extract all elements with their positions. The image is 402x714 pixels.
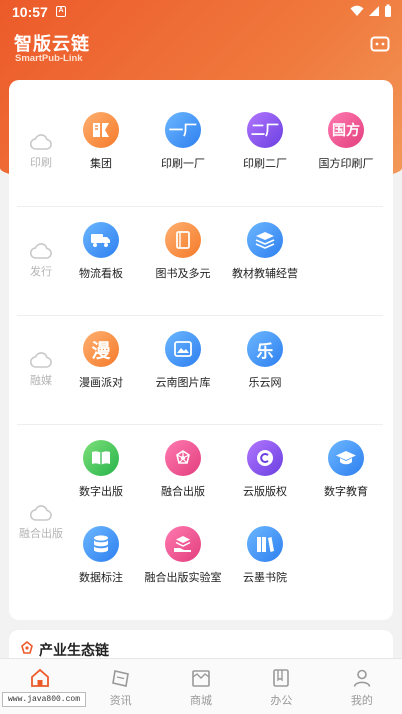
url-watermark: www.java800.com bbox=[2, 692, 87, 707]
service-item-fusion-publishing[interactable]: 融合出版 bbox=[141, 440, 225, 499]
hand-layers-icon bbox=[165, 526, 201, 562]
battery-icon bbox=[385, 4, 391, 17]
section-label-distribution: 发行 bbox=[17, 243, 65, 279]
tab-label: 商城 bbox=[190, 695, 213, 707]
service-label: 国方印刷厂 bbox=[318, 158, 374, 170]
pages-icon bbox=[83, 112, 119, 148]
notification-a-icon: A bbox=[56, 6, 66, 17]
service-item-image-library[interactable]: 云南图片库 bbox=[141, 331, 225, 390]
service-label: 融合出版实验室 bbox=[144, 572, 222, 584]
tab-label: 资讯 bbox=[109, 695, 132, 707]
service-grid-card: 印刷 集团 一厂 印刷一厂 二厂 印刷二厂 国方 国方印刷厂 发行 物流看板 图… bbox=[9, 80, 393, 620]
copyright-icon bbox=[247, 440, 283, 476]
tab-news[interactable]: 资讯 bbox=[80, 659, 160, 714]
section-divider bbox=[17, 424, 383, 425]
section-label-print: 印刷 bbox=[17, 134, 65, 170]
section-divider bbox=[17, 206, 383, 207]
service-item-yunmo-academy[interactable]: 云墨书院 bbox=[223, 526, 307, 585]
service-item-guofang-print[interactable]: 国方 国方印刷厂 bbox=[304, 112, 388, 171]
tab-office[interactable]: 办公 bbox=[241, 659, 321, 714]
service-item-data-labeling[interactable]: 数据标注 bbox=[59, 526, 143, 585]
service-label: 数据标注 bbox=[79, 572, 123, 584]
status-time: 10:57 bbox=[12, 4, 48, 20]
book-icon bbox=[165, 222, 201, 258]
service-label: 云南图片库 bbox=[155, 377, 211, 389]
image-icon bbox=[165, 331, 201, 367]
service-item-comic-party[interactable]: 漫 漫画派对 bbox=[59, 331, 143, 390]
section-divider bbox=[17, 315, 383, 316]
news-icon bbox=[111, 670, 129, 687]
signal-icon bbox=[369, 6, 379, 16]
office-icon bbox=[273, 669, 290, 687]
section-label-media: 融媒 bbox=[17, 352, 65, 388]
home-icon bbox=[31, 668, 50, 687]
open-book-icon bbox=[83, 440, 119, 476]
cloud-icon bbox=[30, 352, 52, 368]
truck-icon bbox=[83, 222, 119, 258]
system-icons bbox=[350, 4, 392, 18]
books-icon bbox=[247, 526, 283, 562]
status-bar: 10:57 A bbox=[0, 0, 402, 24]
plant-1-icon: 一厂 bbox=[165, 112, 201, 148]
service-label: 图书及多元 bbox=[155, 268, 211, 280]
service-label: 集团 bbox=[90, 158, 112, 170]
service-label: 印刷一厂 bbox=[161, 158, 205, 170]
service-label: 乐云网 bbox=[248, 377, 282, 389]
shop-icon bbox=[192, 670, 210, 687]
service-label: 教材教辅经营 bbox=[232, 268, 298, 280]
service-label: 印刷二厂 bbox=[243, 158, 287, 170]
stack-icon bbox=[247, 222, 283, 258]
service-label: 数字教育 bbox=[324, 486, 368, 498]
database-icon bbox=[83, 526, 119, 562]
cloud-icon bbox=[30, 505, 52, 521]
tab-label: 我的 bbox=[350, 695, 373, 707]
person-icon bbox=[353, 669, 371, 687]
guofang-icon: 国方 bbox=[328, 112, 364, 148]
service-item-books[interactable]: 图书及多元 bbox=[141, 222, 225, 281]
service-item-textbooks[interactable]: 教材教辅经营 bbox=[223, 222, 307, 281]
service-label: 云墨书院 bbox=[243, 572, 287, 584]
service-label: 漫画派对 bbox=[79, 377, 123, 389]
service-label: 云版版权 bbox=[243, 486, 287, 498]
service-item-group[interactable]: 集团 bbox=[59, 112, 143, 171]
service-item-copyright[interactable]: 云版版权 bbox=[223, 440, 307, 499]
app-subtitle: SmartPub-Link bbox=[15, 53, 83, 64]
service-label: 数字出版 bbox=[79, 486, 123, 498]
service-item-fusion-lab[interactable]: 融合出版实验室 bbox=[141, 526, 225, 585]
tab-shop[interactable]: 商城 bbox=[161, 659, 241, 714]
tab-me[interactable]: 我的 bbox=[322, 659, 402, 714]
ecosystem-icon bbox=[21, 641, 33, 654]
service-label: 物流看板 bbox=[79, 268, 123, 280]
cloud-icon bbox=[30, 134, 52, 150]
tab-label: 办公 bbox=[270, 695, 293, 707]
graduation-cap-icon bbox=[328, 440, 364, 476]
service-item-logistics[interactable]: 物流看板 bbox=[59, 222, 143, 281]
plant-2-icon: 二厂 bbox=[247, 112, 283, 148]
service-item-digital-education[interactable]: 数字教育 bbox=[304, 440, 388, 499]
service-item-digital-publishing[interactable]: 数字出版 bbox=[59, 440, 143, 499]
service-item-print-plant-1[interactable]: 一厂 印刷一厂 bbox=[141, 112, 225, 171]
service-item-print-plant-2[interactable]: 二厂 印刷二厂 bbox=[223, 112, 307, 171]
cloud-icon bbox=[30, 243, 52, 259]
leyun-icon: 乐 bbox=[247, 331, 283, 367]
service-label: 融合出版 bbox=[161, 486, 205, 498]
message-icon[interactable] bbox=[370, 36, 390, 54]
comic-icon: 漫 bbox=[83, 331, 119, 367]
network-icon bbox=[165, 440, 201, 476]
service-item-leyun[interactable]: 乐 乐云网 bbox=[223, 331, 307, 390]
section-title: 产业生态链 bbox=[39, 642, 109, 658]
wifi-icon bbox=[350, 5, 364, 16]
